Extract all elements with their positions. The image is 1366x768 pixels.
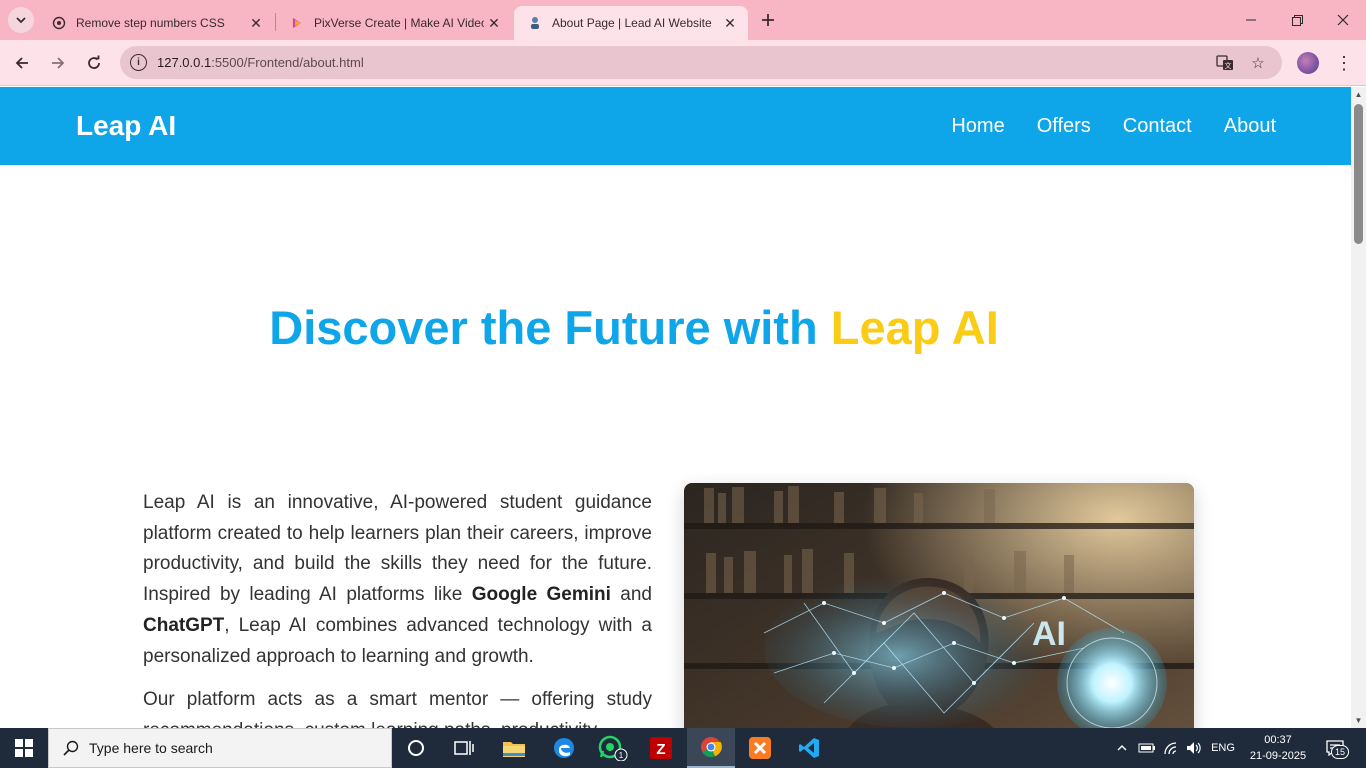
clock-time: 00:37 (1264, 734, 1292, 746)
svg-text:Z: Z (656, 741, 665, 758)
svg-text:文: 文 (1225, 61, 1232, 70)
chevron-down-icon (16, 17, 26, 24)
windows-logo-icon (15, 739, 33, 757)
xampp-button[interactable] (736, 728, 784, 768)
address-bar[interactable]: i 127.0.0.1:5500/Frontend/about.html 文 ☆ (120, 46, 1282, 79)
edge-icon (554, 738, 574, 758)
translate-icon[interactable]: 文 (1214, 52, 1236, 74)
tab-title: PixVerse Create | Make AI Video (314, 16, 484, 30)
site-brand[interactable]: Leap AI (76, 110, 176, 142)
network-icon[interactable] (1160, 728, 1182, 768)
search-icon (63, 740, 79, 756)
plus-icon (762, 14, 774, 26)
image-ai-label: AI (1032, 615, 1066, 653)
page-viewport: Leap AI Home Offers Contact About Discov… (0, 87, 1351, 728)
about-image: AI (684, 483, 1194, 728)
restore-button[interactable] (1274, 0, 1320, 40)
site-navbar: Leap AI Home Offers Contact About (0, 87, 1351, 165)
tab-remove-step-numbers[interactable]: Remove step numbers CSS ✕ (38, 6, 274, 40)
restore-icon (1291, 14, 1303, 26)
site-icon (528, 16, 542, 30)
folder-icon (503, 742, 525, 757)
cortana-button[interactable] (392, 728, 440, 768)
hero-title-main: Discover the Future with (269, 301, 831, 354)
tab-about-page[interactable]: About Page | Lead AI Website ✕ (514, 6, 748, 40)
page-scrollbar[interactable]: ▲ ▼ (1351, 87, 1366, 728)
minimize-icon (1246, 19, 1256, 21)
whatsapp-badge: 1 (619, 751, 624, 760)
about-paragraph-1: Leap AI is an innovative, AI-powered stu… (143, 492, 652, 667)
search-placeholder: Type here to search (89, 740, 213, 756)
chrome-button[interactable] (687, 728, 735, 768)
show-hidden-icons-button[interactable] (1112, 728, 1132, 768)
profile-avatar[interactable] (1297, 52, 1319, 74)
chrome-icon (701, 737, 722, 758)
filezilla-icon: Z (650, 737, 672, 759)
task-view-icon (454, 741, 474, 755)
cortana-circle-icon (408, 740, 424, 756)
site-info-icon[interactable]: i (130, 54, 147, 71)
nav-link-contact[interactable]: Contact (1123, 115, 1192, 138)
close-tab-icon[interactable]: ✕ (484, 13, 504, 33)
scroll-up-arrow-icon[interactable]: ▲ (1351, 87, 1366, 102)
forward-button[interactable] (44, 49, 72, 77)
reload-button[interactable] (80, 49, 108, 77)
url-text[interactable]: 127.0.0.1:5500/Frontend/about.html (157, 55, 364, 70)
tab-title: About Page | Lead AI Website (552, 16, 712, 30)
nav-link-home[interactable]: Home (951, 115, 1004, 138)
close-tab-icon[interactable]: ✕ (246, 13, 266, 33)
taskbar-search-box[interactable]: Type here to search (48, 728, 392, 768)
volume-icon[interactable] (1183, 728, 1205, 768)
whatsapp-button[interactable]: 1 (589, 728, 637, 768)
battery-icon[interactable] (1136, 728, 1158, 768)
edge-button[interactable] (540, 728, 588, 768)
xampp-icon (749, 737, 771, 759)
minimize-button[interactable] (1228, 0, 1274, 40)
whatsapp-icon: 1 (598, 735, 628, 761)
about-text: Leap AI is an innovative, AI-powered stu… (143, 488, 652, 728)
nav-link-about[interactable]: About (1224, 115, 1276, 138)
arrow-left-icon (15, 57, 28, 69)
system-clock[interactable]: 00:37 21-09-2025 (1248, 732, 1308, 764)
about-paragraph-2: Our platform acts as a smart mentor — of… (143, 689, 652, 728)
scrollbar-thumb[interactable] (1354, 104, 1363, 244)
nav-link-offers[interactable]: Offers (1037, 115, 1091, 138)
close-tab-icon[interactable]: ✕ (720, 13, 740, 33)
chatgpt-icon (52, 16, 66, 30)
vscode-icon (799, 738, 819, 758)
tab-title: Remove step numbers CSS (76, 16, 225, 30)
arrow-right-icon (52, 57, 65, 69)
close-window-button[interactable] (1320, 0, 1366, 40)
filezilla-button[interactable]: Z (637, 728, 685, 768)
new-tab-button[interactable] (756, 8, 780, 32)
nav-links: Home Offers Contact About (951, 115, 1276, 138)
task-view-button[interactable] (440, 728, 488, 768)
browser-tab-strip: Remove step numbers CSS ✕ PixVerse Creat… (0, 0, 1366, 40)
tab-search-button[interactable] (8, 7, 34, 33)
scroll-down-arrow-icon[interactable]: ▼ (1351, 713, 1366, 728)
browser-menu-icon[interactable]: ⋮ (1334, 50, 1354, 76)
hero-title-brand: Leap AI (830, 301, 999, 354)
pixverse-icon (290, 16, 304, 30)
chevron-up-icon (1117, 745, 1127, 751)
language-indicator[interactable]: ENG (1207, 728, 1239, 768)
start-button[interactable] (0, 728, 48, 768)
page-title: Discover the Future with Leap AI (0, 300, 1268, 355)
reload-icon (88, 55, 100, 69)
notification-count-badge: 15 (1331, 745, 1349, 759)
tab-pixverse[interactable]: PixVerse Create | Make AI Video ✕ (276, 6, 512, 40)
windows-taskbar: Type here to search 1 Z ENG 00:37 21-09-… (0, 728, 1366, 768)
bookmark-star-icon[interactable]: ☆ (1247, 52, 1269, 74)
clock-date: 21-09-2025 (1249, 750, 1307, 762)
close-icon (1337, 14, 1349, 26)
browser-toolbar: i 127.0.0.1:5500/Frontend/about.html 文 ☆… (0, 40, 1366, 86)
vscode-button[interactable] (785, 728, 833, 768)
back-button[interactable] (8, 49, 36, 77)
file-explorer-button[interactable] (490, 728, 538, 768)
